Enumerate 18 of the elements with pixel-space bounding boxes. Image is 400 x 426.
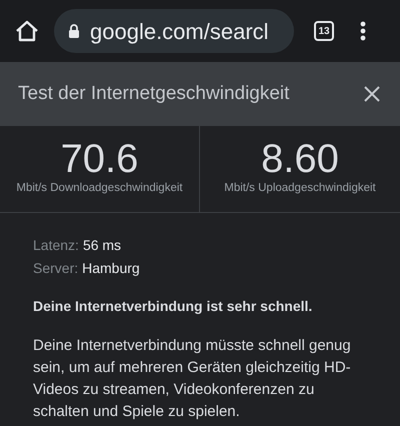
url-text: google.com/searcl — [90, 18, 269, 46]
speed-label: Mbit/s Downloadgeschwindigkeit — [16, 181, 183, 196]
detail-label: Latenz: — [33, 236, 79, 255]
detail-value: Hamburg — [82, 259, 140, 278]
address-bar[interactable]: google.com/searcl — [54, 9, 294, 53]
detail-value: 56 ms — [82, 236, 122, 255]
lock-icon — [68, 24, 80, 38]
description-text: Deine Internetverbindung müsste schnell genug sein, um auf mehreren Geräten gleichzeitig HD-Videos zu streamen, Videokonferenzen zu schalten und Spiele zu spielen. — [33, 336, 352, 422]
summary-text: Deine Internetverbindung ist sehr schnell. — [33, 297, 314, 316]
tab-count-button[interactable]: 13 — [314, 21, 334, 41]
more-menu-icon[interactable] — [360, 21, 366, 41]
close-icon[interactable] — [364, 86, 380, 102]
detail-label: Server: — [33, 259, 78, 278]
speed-label: Mbit/s Uploadgeschwindigkeit — [224, 181, 376, 196]
home-icon[interactable] — [14, 19, 40, 43]
panel-title: Test der Internetgeschwindigkeit — [18, 82, 290, 106]
speed-value: 8.60 — [261, 138, 339, 180]
speed-value: 70.6 — [60, 138, 138, 180]
